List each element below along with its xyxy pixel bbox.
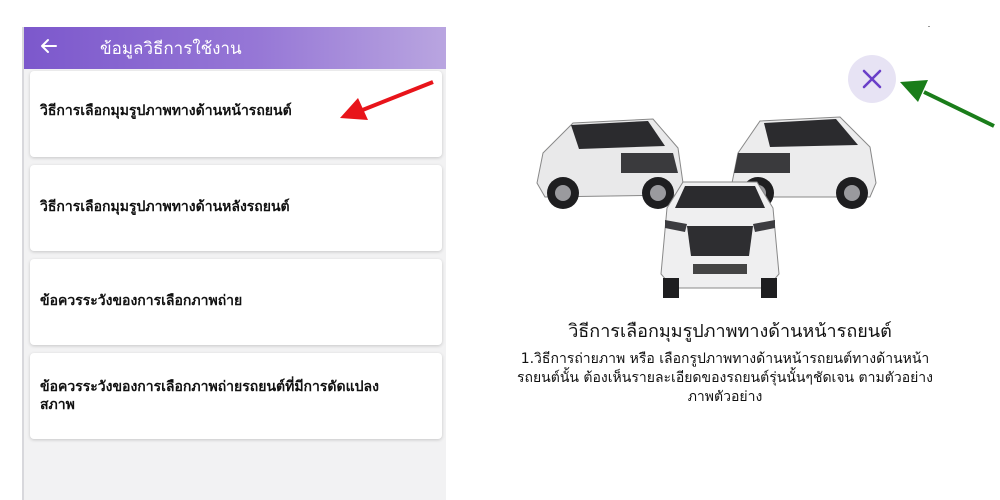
close-icon [862,69,882,89]
red-arrow-annotation [340,80,434,120]
page-title: ข้อมูลวิธีการใช้งาน [100,38,242,59]
close-button[interactable] [848,55,896,103]
menu-item-photo-caution[interactable]: ข้อควรระวังของการเลือกภาพถ่าย [30,259,442,345]
menu-item-label: ข้อควรระวังของการเลือกภาพถ่าย [40,293,243,309]
app-bar: ข้อมูลวิธีการใช้งาน [24,27,446,69]
car-image [536,116,877,298]
menu-item-label: ข้อควรระวังของการเลือกภาพถ่ายรถยนต์ที่มี… [40,379,379,413]
divider [928,26,930,27]
detail-title: วิธีการเลือกมุมรูปภาพทางด้านหน้ารถยนต์ [568,321,892,342]
menu-item-label: วิธีการเลือกมุมรูปภาพทางด้านหลังรถยนต์ [40,199,290,215]
car-left [536,118,684,209]
back-button[interactable] [40,36,80,60]
detail-description: 1.วิธีการถ่ายภาพ หรือ เลือกรูปภาพทางด้าน… [516,351,933,405]
car-front [660,181,780,298]
menu-item-rear-angle[interactable]: วิธีการเลือกมุมรูปภาพทางด้านหลังรถยนต์ [30,165,442,251]
menu-item-modified-car-caution[interactable]: ข้อควรระวังของการเลือกภาพถ่ายรถยนต์ที่มี… [30,353,442,439]
arrow-left-icon [41,39,57,53]
